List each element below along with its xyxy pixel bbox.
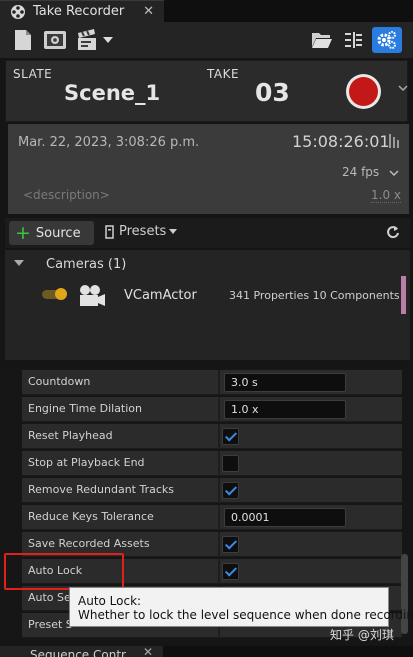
- dropdown-arrow-icon: [169, 229, 178, 234]
- chevron-down-icon[interactable]: [398, 85, 408, 91]
- reset-icon[interactable]: [386, 225, 400, 239]
- record-icon: [349, 77, 378, 106]
- property-row-remove-redundant-tracks: Remove Redundant Tracks: [22, 478, 402, 503]
- fps-value: 24 fps: [342, 165, 380, 179]
- property-label: Preset S: [28, 618, 73, 631]
- chevron-down-icon: [389, 170, 399, 177]
- property-row-engine-time-dilation: Engine Time Dilation 1.0 x: [22, 397, 402, 422]
- reduce-keys-tolerance-input[interactable]: 0.0001: [224, 508, 346, 527]
- preset-icon: [105, 224, 114, 239]
- tooltip: Auto Lock: Whether to lock the level seq…: [69, 587, 413, 627]
- slate-label: SLATE: [13, 67, 53, 81]
- tab-take-recorder[interactable]: Take Recorder ✕: [0, 0, 164, 22]
- add-source-button[interactable]: + Source: [9, 221, 94, 245]
- description-field[interactable]: <description>: [23, 188, 110, 202]
- slate-value[interactable]: Scene_1: [64, 81, 160, 105]
- property-label: Stop at Playback End: [28, 456, 145, 469]
- source-toolbar: + Source Presets: [5, 218, 410, 248]
- camera-icon: [80, 285, 105, 306]
- source-label: Source: [35, 225, 81, 241]
- stop-at-playback-end-checkbox[interactable]: [222, 455, 239, 472]
- new-document-icon[interactable]: [12, 27, 34, 53]
- property-label: Remove Redundant Tracks: [28, 483, 174, 496]
- countdown-input[interactable]: 3.0 s: [224, 373, 346, 392]
- take-date: Mar. 22, 2023, 3:08:26 p.m.: [18, 135, 200, 150]
- selection-indicator: [401, 276, 406, 314]
- review-icon[interactable]: [42, 27, 68, 53]
- source-details: 341 Properties 10 Components: [229, 289, 400, 302]
- film-reel-icon: [11, 4, 25, 19]
- close-icon[interactable]: ✕: [143, 646, 153, 657]
- property-row-reset-playhead: Reset Playhead: [22, 424, 402, 449]
- tab-sequence-controls[interactable]: Sequence Contr ✕: [0, 646, 163, 657]
- expand-arrow-icon[interactable]: [14, 260, 24, 266]
- annotation-highlight-box: [4, 553, 124, 590]
- slate-panel: SLATE TAKE Scene_1 03: [5, 60, 408, 122]
- fps-dropdown[interactable]: 24 fps: [342, 165, 399, 179]
- property-row-countdown: Countdown 3.0 s: [22, 370, 402, 395]
- close-icon[interactable]: ✕: [143, 4, 154, 19]
- timecode: 15:08:26:01: [292, 132, 390, 151]
- tab-title: Take Recorder: [33, 4, 125, 19]
- tooltip-title: Auto Lock:: [78, 594, 142, 608]
- take-info-panel: Mar. 22, 2023, 3:08:26 p.m. 15:08:26:01 …: [8, 124, 409, 214]
- tooltip-body: Whether to lock the level sequence when …: [78, 608, 413, 622]
- auto-lock-checkbox[interactable]: [222, 563, 239, 580]
- source-enable-toggle[interactable]: [42, 288, 67, 300]
- source-list: Cameras (1) VCamActor 341 Properties 10 …: [5, 250, 410, 360]
- property-label: Countdown: [28, 375, 91, 388]
- source-actor-name[interactable]: VCamActor: [124, 288, 197, 303]
- property-label: Engine Time Dilation: [28, 402, 143, 415]
- bottom-tab-bar: Sequence Contr ✕: [0, 646, 413, 657]
- tab-title: Sequence Contr: [30, 648, 126, 657]
- property-row-reduce-keys-tolerance: Reduce Keys Tolerance 0.0001: [22, 505, 402, 530]
- tab-bar: Take Recorder ✕: [0, 0, 413, 22]
- timecode-icon: [389, 134, 399, 148]
- property-label: Auto Se: [28, 591, 71, 604]
- record-button[interactable]: [346, 74, 381, 109]
- reset-playhead-checkbox[interactable]: [222, 428, 239, 445]
- cameras-group-label: Cameras (1): [46, 257, 127, 272]
- dropdown-arrow-icon[interactable]: [102, 27, 114, 53]
- take-label: TAKE: [207, 67, 240, 81]
- open-folder-icon[interactable]: [310, 27, 334, 53]
- remove-redundant-tracks-checkbox[interactable]: [222, 482, 239, 499]
- cameras-group[interactable]: Cameras (1): [5, 252, 410, 276]
- settings-gear-icon[interactable]: [372, 27, 402, 53]
- watermark: 知乎 @刘琪: [330, 628, 394, 642]
- property-label: Reduce Keys Tolerance: [28, 510, 154, 523]
- toolbar: [0, 22, 413, 58]
- save-recorded-assets-checkbox[interactable]: [222, 536, 239, 553]
- property-row-stop-at-playback-end: Stop at Playback End: [22, 451, 402, 476]
- list-settings-icon[interactable]: [342, 27, 364, 53]
- property-label: Save Recorded Assets: [28, 537, 150, 550]
- presets-label: Presets: [119, 224, 167, 239]
- speed-value[interactable]: 1.0 x: [371, 188, 401, 203]
- take-value[interactable]: 03: [255, 78, 290, 107]
- engine-time-dilation-input[interactable]: 1.0 x: [224, 400, 346, 419]
- clapperboard-icon[interactable]: [76, 27, 100, 53]
- property-label: Reset Playhead: [28, 429, 113, 442]
- vertical-scrollbar[interactable]: [401, 554, 408, 634]
- presets-button[interactable]: Presets: [105, 224, 178, 239]
- plus-icon: +: [15, 221, 31, 244]
